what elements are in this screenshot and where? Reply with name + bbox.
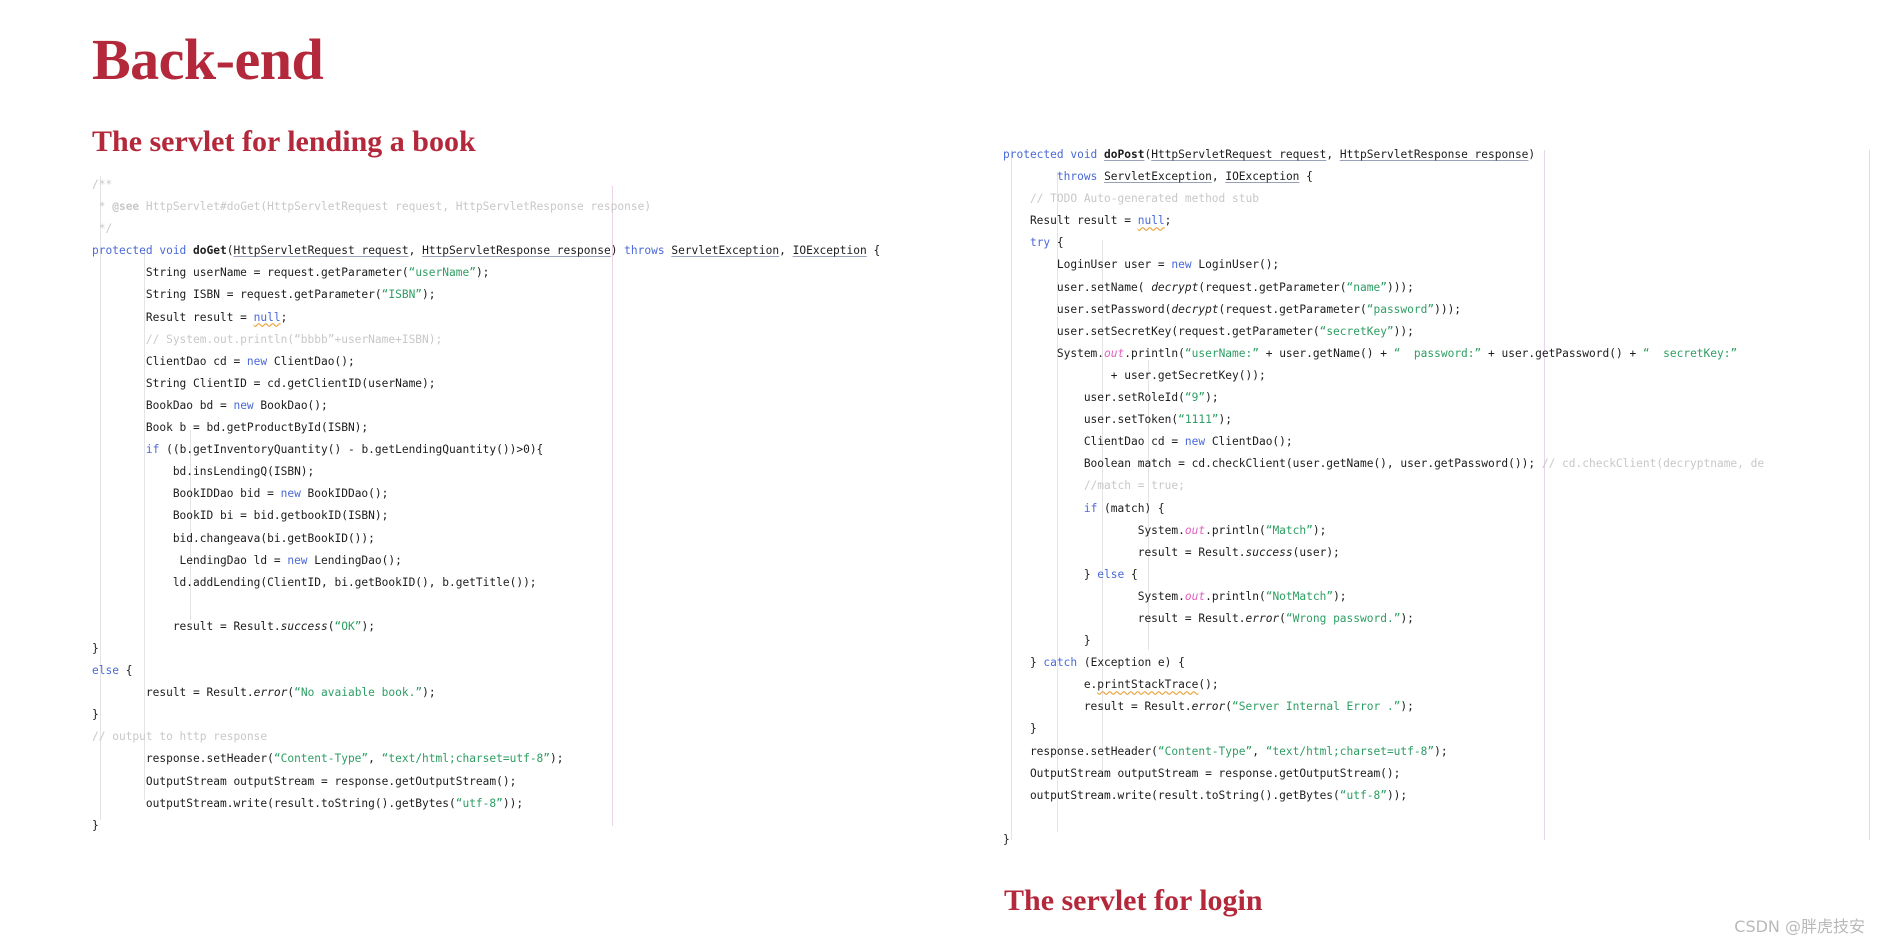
code-line: BookDao bd = new BookDao(); [92, 398, 328, 412]
code-line: protected void doPost(HttpServletRequest… [1003, 148, 1536, 161]
code-line: } [92, 708, 99, 722]
code-line: OutputStream outputStream = response.get… [92, 774, 517, 788]
code-line: user.setPassword(decrypt(request.getPara… [1003, 302, 1462, 316]
code-line: } [1003, 634, 1091, 648]
code-line: result = Result.error(“No avaiable book.… [92, 686, 436, 700]
code-line: System.out.println(“NotMatch”); [1003, 589, 1347, 603]
code-line: // System.out.println(“bbbb”+userName+IS… [92, 332, 443, 346]
code-line: protected void doGet(HttpServletRequest … [92, 244, 881, 258]
code-line: ld.addLending(ClientID, bi.getBookID(), … [92, 575, 537, 589]
code-line: LendingDao ld = new LendingDao(); [92, 553, 402, 567]
code-line: user.setToken(“1111”); [1003, 413, 1233, 427]
code-line: response.setHeader(“Content-Type”, “text… [1003, 744, 1448, 758]
code-line: e.printStackTrace(); [1003, 678, 1219, 692]
code-line: } [1003, 722, 1037, 736]
code-line: result = Result.error(“Wrong password.”)… [1003, 611, 1414, 625]
code-line: String userName = request.getParameter(“… [92, 266, 490, 280]
code-line: } [92, 818, 99, 832]
code-line: ClientDao cd = new ClientDao(); [1003, 435, 1293, 449]
code-line: Result result = null; [92, 310, 288, 324]
code-line: try { [1029, 236, 1064, 250]
section-heading-login: The servlet for login [1004, 884, 1263, 917]
code-line: bid.changeava(bi.getBookID()); [92, 531, 375, 545]
code-line: outputStream.write(result.toString().get… [92, 796, 524, 810]
csdn-watermark: CSDN @胖虎技安 [1734, 917, 1865, 936]
code-line: throws ServletException, IOException { [1056, 170, 1313, 184]
page-title: Back-end [92, 27, 324, 92]
code-line: String ISBN = request.getParameter(“ISBN… [92, 288, 436, 302]
code-line: result = Result.error(“Server Internal E… [1003, 700, 1414, 714]
code-line: if ((b.getInventoryQuantity() - b.getLen… [145, 443, 544, 457]
code-line: + user.getSecretKey()); [1003, 368, 1266, 382]
code-line: response.setHeader(“Content-Type”, “text… [92, 752, 564, 766]
code-block-dopost: protected void doPost(HttpServletRequest… [1003, 144, 1764, 851]
code-line: Book b = bd.getProductById(ISBN); [92, 421, 369, 435]
code-line: result = Result.success(user); [1003, 545, 1340, 559]
code-line: result = Result.success(“OK”); [92, 619, 375, 633]
code-line: OutputStream outputStream = response.get… [1003, 766, 1401, 780]
code-line: } catch (Exception e) { [1003, 656, 1185, 670]
code-line: //match = true; [1003, 479, 1185, 493]
code-line: String ClientID = cd.getClientID(userNam… [92, 376, 436, 390]
code-line: bd.insLendingQ(ISBN); [92, 465, 315, 479]
code-line: } else { [1003, 567, 1138, 581]
code-line: * @see HttpServlet#doGet(HttpServletRequ… [92, 200, 652, 214]
code-line: BookID bi = bid.getbookID(ISBN); [92, 509, 389, 523]
code-line: } [92, 641, 99, 655]
code-line: LoginUser user = new LoginUser(); [1003, 258, 1280, 272]
code-line: ClientDao cd = new ClientDao(); [92, 354, 355, 368]
code-line: /** [92, 178, 113, 191]
code-line: user.setSecretKey(request.getParameter(“… [1003, 324, 1414, 338]
slide-canvas: Back-end The servlet for lending a book … [0, 0, 1883, 949]
code-line: else { [92, 664, 133, 678]
code-line: user.setName( decrypt(request.getParamet… [1003, 280, 1414, 294]
right-margin-ruler-secondary [1869, 150, 1870, 840]
code-block-doget: /** * @see HttpServlet#doGet(HttpServlet… [92, 174, 880, 837]
code-line: System.out.println(“Match”); [1003, 523, 1327, 537]
code-line: Result result = null; [1003, 214, 1172, 228]
section-heading-lending: The servlet for lending a book [92, 125, 476, 158]
code-line: if (match) { [1083, 501, 1165, 515]
code-line: outputStream.write(result.toString().get… [1003, 788, 1408, 802]
code-line: */ [92, 222, 113, 236]
code-line: // output to http response [92, 730, 268, 744]
code-line: } [1003, 832, 1010, 846]
code-line: // TODO Auto-generated method stub [1003, 192, 1259, 206]
code-line: BookIDDao bid = new BookIDDao(); [92, 487, 389, 501]
code-line: user.setRoleId(“9”); [1003, 391, 1219, 405]
code-line: System.out.println(“userName:” + user.ge… [1003, 346, 1738, 360]
code-line: Boolean match = cd.checkClient(user.getN… [1003, 457, 1765, 471]
